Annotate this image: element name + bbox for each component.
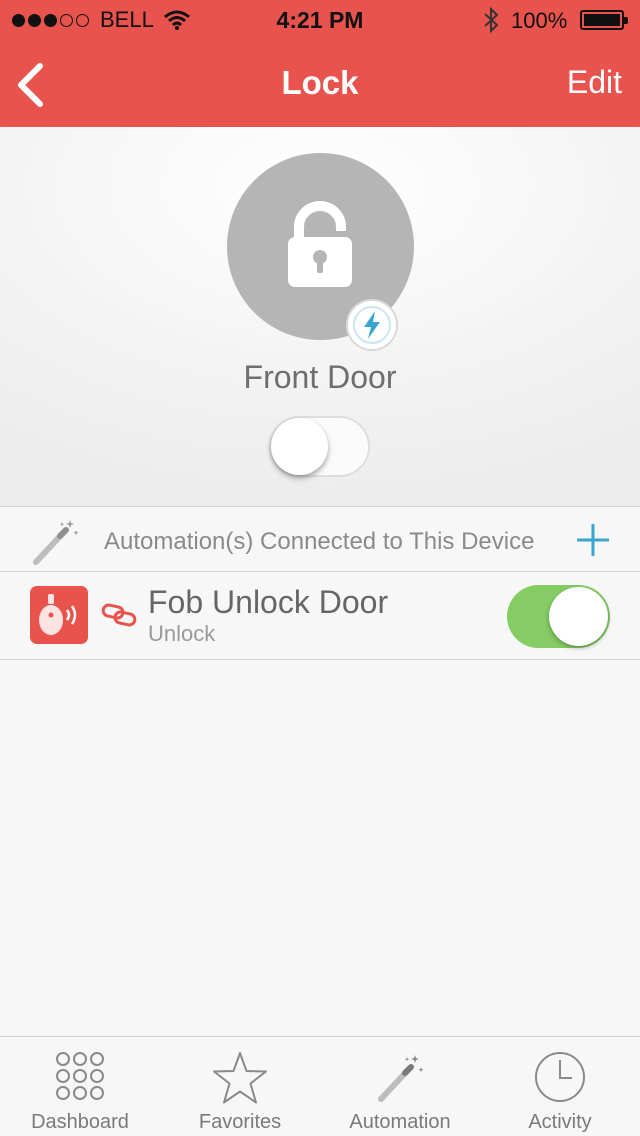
power-badge <box>346 299 398 351</box>
lightning-bolt-icon <box>364 311 380 339</box>
page-title: Lock <box>281 64 359 101</box>
edit-button[interactable]: Edit <box>567 64 622 101</box>
magic-wand-icon <box>378 1055 424 1102</box>
automation-section-label: Automation(s) Connected to This Device <box>104 528 535 555</box>
battery-percent: 100% <box>511 8 568 33</box>
tab-label: Favorites <box>198 1111 282 1133</box>
key-fob-icon <box>30 586 88 644</box>
top-bar: BELL 4:21 PM 100% Lock Edit <box>0 0 640 127</box>
automation-enabled-toggle[interactable] <box>507 585 610 648</box>
device-header: Front Door <box>0 127 640 507</box>
tab-dashboard[interactable]: Dashboard <box>0 1037 160 1136</box>
grid-dots-icon <box>56 1052 104 1100</box>
chain-link-icon <box>101 603 137 627</box>
automation-section-header: Automation(s) Connected to This Device <box>0 508 640 572</box>
add-automation-plus-icon[interactable] <box>575 522 611 558</box>
magic-wand-icon <box>33 520 79 565</box>
bluetooth-icon <box>484 6 499 34</box>
tab-automation[interactable]: Automation <box>320 1037 480 1136</box>
clock-icon <box>535 1052 585 1102</box>
toggle-knob <box>549 587 608 646</box>
star-icon <box>213 1052 267 1104</box>
tab-label: Activity <box>528 1111 592 1133</box>
status-bar: BELL 4:21 PM 100% <box>0 0 640 40</box>
lock-toggle[interactable] <box>269 416 370 477</box>
tab-label: Dashboard <box>31 1111 129 1133</box>
automation-title: Fob Unlock Door <box>148 584 389 620</box>
automation-list-item[interactable]: Fob Unlock Door Unlock <box>0 572 640 660</box>
tab-favorites[interactable]: Favorites <box>160 1037 320 1136</box>
device-name: Front Door <box>243 359 397 395</box>
automation-subtitle: Unlock <box>148 621 216 646</box>
tab-activity[interactable]: Activity <box>480 1037 640 1136</box>
battery-icon <box>580 10 628 30</box>
padlock-unlocked-icon <box>288 201 352 287</box>
toggle-knob <box>271 418 328 475</box>
tab-label: Automation <box>349 1111 451 1133</box>
tab-bar: Dashboard Favorites Automation Activity <box>0 1036 640 1136</box>
